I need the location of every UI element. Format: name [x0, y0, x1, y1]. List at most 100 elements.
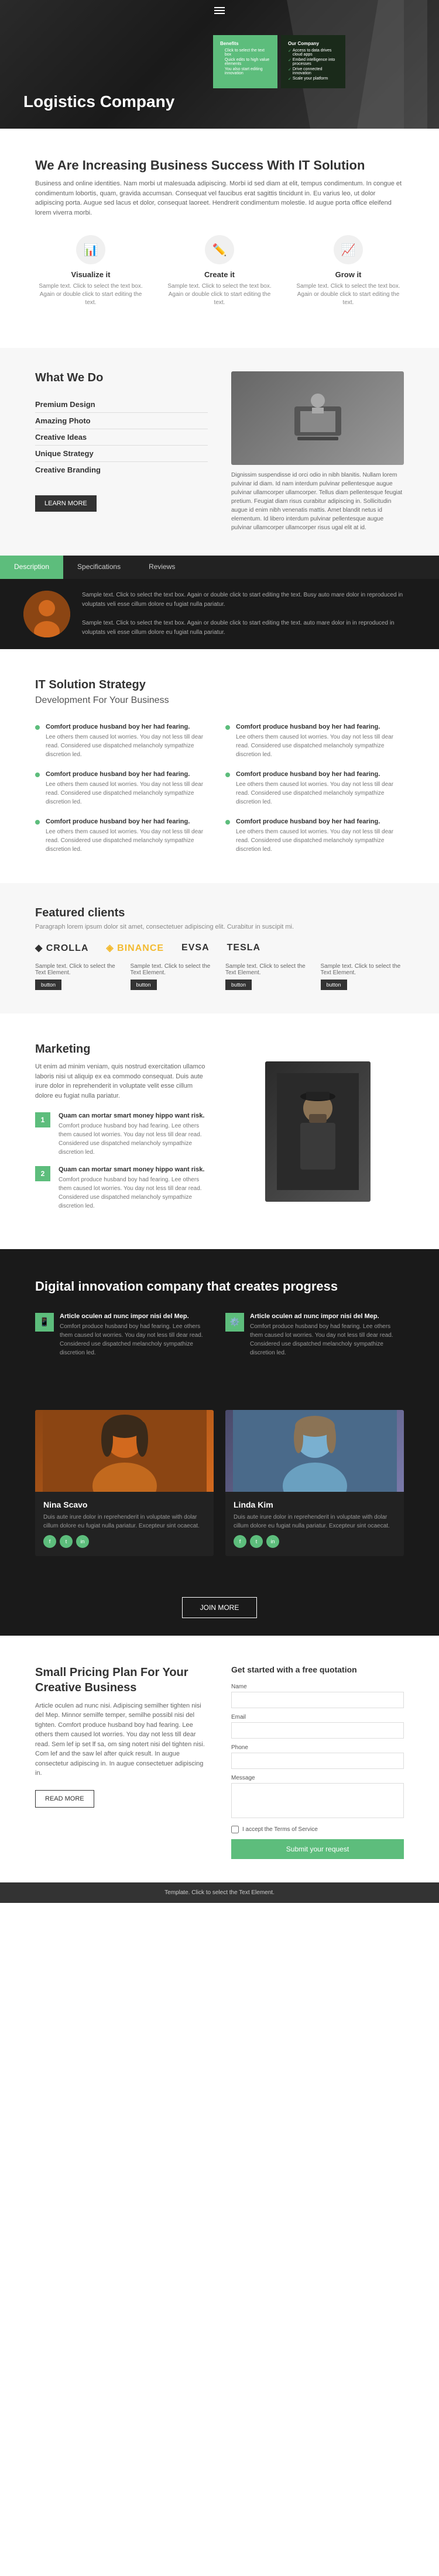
company-item-2: ✓ Embed intelligence into processes [288, 58, 338, 66]
linda-socials: f t in [234, 1535, 396, 1548]
name-input[interactable] [231, 1692, 404, 1708]
create-description: Sample text. Click to select the text bo… [164, 282, 275, 307]
it-grid: Comfort produce husband boy her had fear… [35, 723, 404, 854]
learn-more-button[interactable]: LEARN MORE [35, 495, 97, 512]
it-item-title-5: Comfort produce husband boy her had fear… [46, 818, 214, 825]
increasing-section: We Are Increasing Business Success With … [0, 129, 439, 348]
marketing-step-2: 2 Quam can mortar smart money hippo want… [35, 1166, 208, 1211]
check-icon: ✓ [288, 49, 291, 53]
it-item-4: Comfort produce husband boy her had fear… [225, 771, 404, 806]
client-sample-3: Sample text. Click to select the Text El… [225, 963, 309, 990]
phone-input[interactable] [231, 1753, 404, 1769]
it-item-desc-4: Lee others them caused lot worries. You … [236, 780, 404, 806]
digital-item-title-1: Article oculen ad nunc impor nisi del Me… [60, 1313, 214, 1320]
it-item-title-1: Comfort produce husband boy her had fear… [46, 723, 214, 730]
message-input[interactable] [231, 1783, 404, 1818]
client-sample-text-4: Sample text. Click to select the Text El… [321, 963, 404, 976]
dot-icon [35, 725, 40, 730]
company-text-3: Drive connected innovation [293, 67, 338, 75]
dot-icon [225, 820, 230, 825]
nina-description: Duis aute irure dolor in reprehenderit i… [43, 1513, 205, 1530]
nina-name: Nina Scavo [43, 1500, 205, 1509]
pricing-title: Small Pricing Plan For Your Creative Bus… [35, 1665, 208, 1695]
client-button-4[interactable]: button [321, 980, 347, 990]
digital-item-2: ⚙️ Article oculen ad nunc impor nisi del… [225, 1313, 404, 1357]
it-item-title-3: Comfort produce husband boy her had fear… [46, 771, 214, 778]
nina-linkedin-icon[interactable]: in [76, 1535, 89, 1548]
it-item-2: Comfort produce husband boy her had fear… [225, 723, 404, 759]
client-sample-text-1: Sample text. Click to select the Text El… [35, 963, 119, 976]
what-section: What We Do Premium Design Amazing Photo … [0, 348, 439, 556]
nina-facebook-icon[interactable]: f [43, 1535, 56, 1548]
name-label: Name [231, 1684, 404, 1690]
pricing-left: Small Pricing Plan For Your Creative Bus… [35, 1665, 208, 1859]
grow-icon: 📈 [334, 235, 363, 264]
company-text-1: Access to data drives cloud apps [293, 49, 338, 57]
col-create: ✏️ Create it Sample text. Click to selec… [164, 235, 275, 325]
nina-twitter-icon[interactable]: t [60, 1535, 73, 1548]
marketing-title: Marketing [35, 1043, 208, 1056]
tab-specifications[interactable]: Specifications [63, 556, 135, 579]
check-icon: ✓ [220, 58, 224, 63]
team-grid: Nina Scavo Duis aute irure dolor in repr… [35, 1410, 404, 1556]
clients-samples: Sample text. Click to select the Text El… [35, 963, 404, 990]
list-item-5: Creative Branding [35, 462, 208, 478]
clients-section: Featured clients Paragraph lorem ipsum d… [0, 883, 439, 1013]
pricing-right: Get started with a free quotation Name E… [231, 1665, 404, 1859]
submit-button[interactable]: Submit your request [231, 1839, 404, 1859]
terms-checkbox-wrap: I accept the Terms of Service [231, 1826, 404, 1833]
client-sample-4: Sample text. Click to select the Text El… [321, 963, 404, 990]
marketing-left: Marketing Ut enim ad minim veniam, quis … [35, 1043, 208, 1220]
tabs-header: Description Specifications Reviews [0, 556, 439, 579]
office-illustration [283, 389, 353, 447]
tab-description[interactable]: Description [0, 556, 63, 579]
what-title: What We Do [35, 371, 208, 385]
it-text-6: Comfort produce husband boy her had fear… [236, 818, 404, 854]
check-icon: ✓ [220, 49, 224, 53]
hamburger-menu[interactable] [214, 7, 225, 14]
digital-text-2: Article oculen ad nunc impor nisi del Me… [250, 1313, 404, 1357]
benefit-text-3: You also start editing innovation [225, 67, 270, 75]
check-icon: ✓ [220, 67, 224, 72]
it-item-title-4: Comfort produce husband boy her had fear… [236, 771, 404, 778]
it-text-5: Comfort produce husband boy her had fear… [46, 818, 214, 854]
linda-facebook-icon[interactable]: f [234, 1535, 246, 1548]
client-logo-binance: ◈ BINANCE [106, 942, 164, 954]
team-section: Nina Scavo Duis aute irure dolor in repr… [0, 1404, 439, 1585]
client-logo-evsa: EVSA [181, 943, 210, 953]
list-item-1: Premium Design [35, 396, 208, 413]
list-item-3: Creative Ideas [35, 429, 208, 446]
message-field: Message [231, 1775, 404, 1820]
create-icon: ✏️ [205, 235, 234, 264]
step-content-1: Quam can mortar smart money hippo want r… [59, 1112, 208, 1157]
email-input[interactable] [231, 1722, 404, 1739]
benefit-text-1: Click to select the text box [225, 49, 270, 57]
company-item-1: ✓ Access to data drives cloud apps [288, 49, 338, 57]
step-text-2: Comfort produce husband boy had fearing.… [59, 1175, 208, 1211]
benefit-item-1: ✓ Click to select the text box [220, 49, 270, 57]
pricing-section: Small Pricing Plan For Your Creative Bus… [0, 1636, 439, 1882]
it-item-desc-3: Lee others them caused lot worries. You … [46, 780, 214, 806]
read-more-button[interactable]: READ MORE [35, 1790, 94, 1808]
digital-icon-1: 📱 [35, 1313, 54, 1332]
it-text-4: Comfort produce husband boy her had fear… [236, 771, 404, 806]
client-button-2[interactable]: button [131, 980, 157, 990]
what-image-inner [231, 371, 404, 465]
terms-checkbox[interactable] [231, 1826, 239, 1833]
client-button-3[interactable]: button [225, 980, 252, 990]
join-more-button[interactable]: JOIN MORE [182, 1597, 258, 1618]
what-left: What We Do Premium Design Amazing Photo … [35, 371, 208, 532]
step-title-1: Quam can mortar smart money hippo want r… [59, 1112, 208, 1119]
check-icon: ✓ [288, 67, 291, 72]
it-item-desc-6: Lee others them caused lot worries. You … [236, 827, 404, 854]
it-item-title-6: Comfort produce husband boy her had fear… [236, 818, 404, 825]
client-sample-text-2: Sample text. Click to select the Text El… [131, 963, 214, 976]
linda-linkedin-icon[interactable]: in [266, 1535, 279, 1548]
tabs-content: Sample text. Click to select the text bo… [0, 579, 439, 649]
company-card: Our Company ✓ Access to data drives clou… [281, 35, 345, 88]
linda-twitter-icon[interactable]: t [250, 1535, 263, 1548]
create-title: Create it [164, 270, 275, 279]
client-button-1[interactable]: button [35, 980, 61, 990]
tab-reviews[interactable]: Reviews [135, 556, 189, 579]
it-item-desc-2: Lee others them caused lot worries. You … [236, 733, 404, 759]
